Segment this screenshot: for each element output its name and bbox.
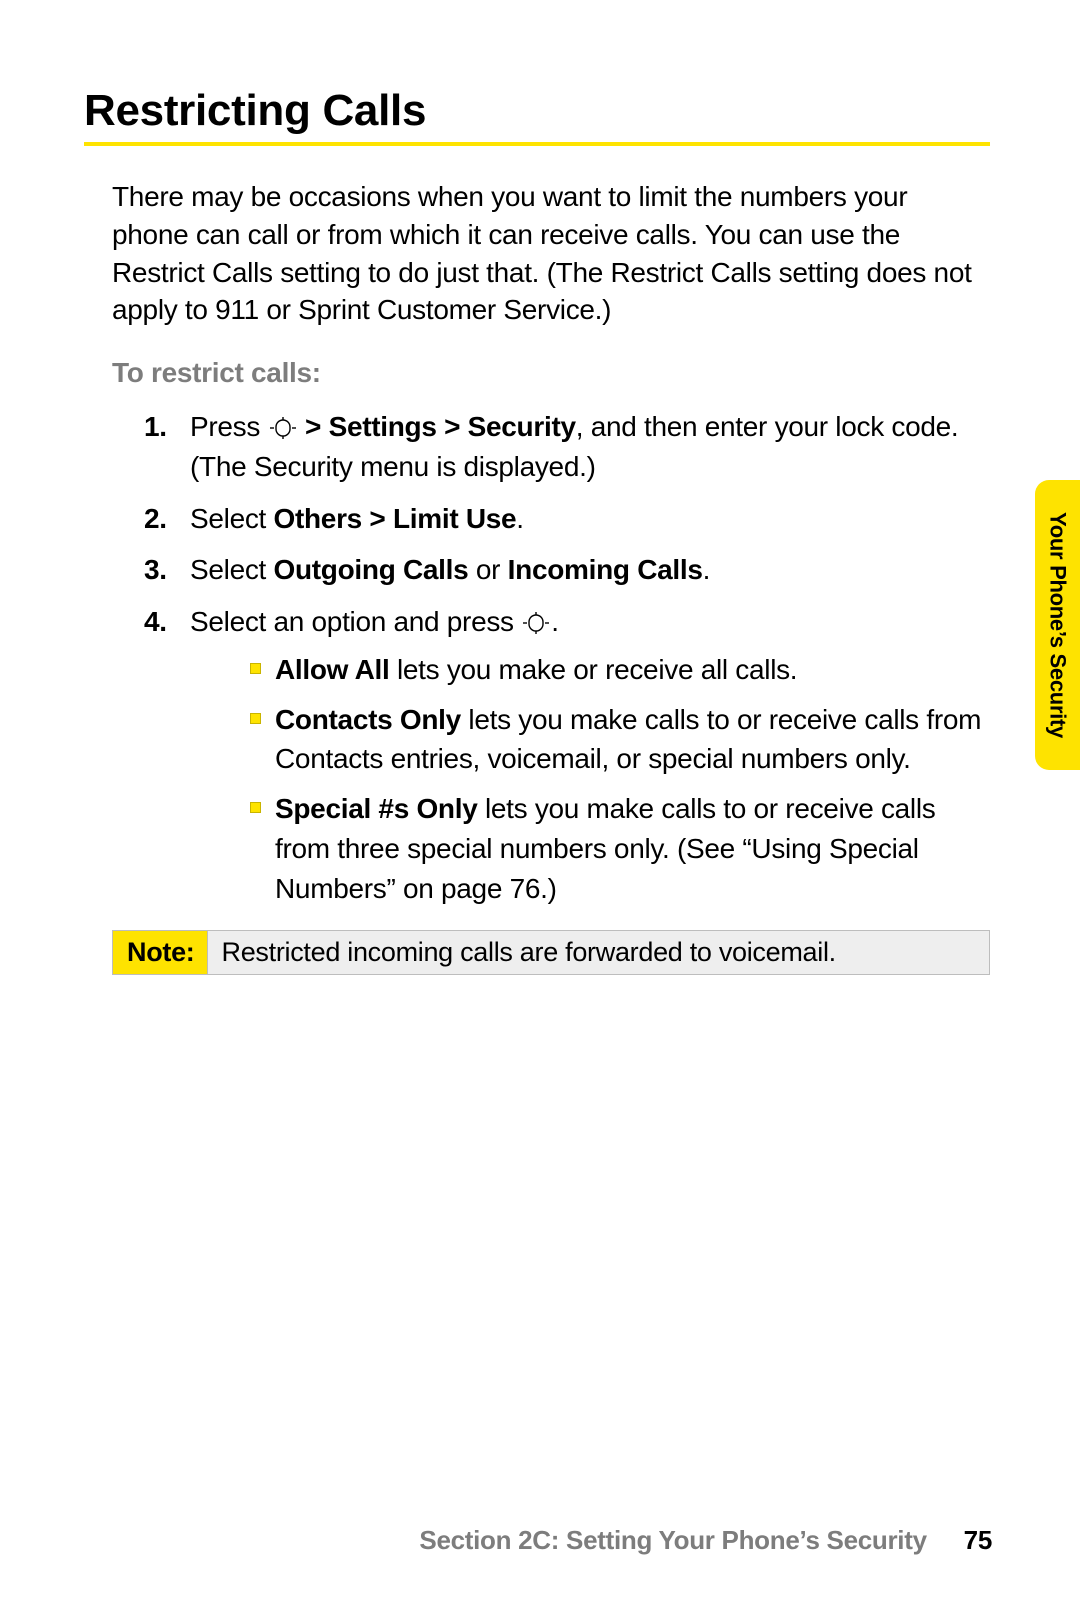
menu-path: Others > Limit Use xyxy=(274,503,517,534)
side-tab-label: Your Phone’s Security xyxy=(1045,512,1071,738)
text-fragment: lets you make or receive all calls. xyxy=(389,654,797,685)
step-1: 1. Press > Settings > Security, and then… xyxy=(144,407,990,487)
bullet-marker-icon xyxy=(250,802,261,813)
text-fragment: . xyxy=(516,503,523,534)
nav-key-icon xyxy=(270,417,296,439)
page-number: 75 xyxy=(964,1525,992,1555)
side-tab: Your Phone’s Security xyxy=(1035,480,1080,770)
menu-path: > Settings > Security xyxy=(298,411,576,442)
step-number: 3. xyxy=(144,550,190,590)
page-title: Restricting Calls xyxy=(84,86,990,146)
step-text: Select Others > Limit Use. xyxy=(190,499,990,539)
bullet-item: Allow All lets you make or receive all c… xyxy=(250,650,990,690)
text-fragment: Select an option and press xyxy=(190,606,521,637)
menu-path: Outgoing Calls xyxy=(274,554,469,585)
note-text: Restricted incoming calls are forwarded … xyxy=(208,931,990,974)
step-text: Select an option and press . Allow All l… xyxy=(190,602,990,918)
step-text: Press > Settings > Security, and then en… xyxy=(190,407,990,487)
step-number: 2. xyxy=(144,499,190,539)
text-fragment: . xyxy=(551,606,558,637)
section-label: Section 2C: Setting Your Phone’s Securit… xyxy=(419,1525,926,1555)
bullet-item: Special #s Only lets you make calls to o… xyxy=(250,789,990,908)
text-fragment: Select xyxy=(190,503,274,534)
bullet-text: Contacts Only lets you make calls to or … xyxy=(275,700,990,780)
option-name: Contacts Only xyxy=(275,704,461,735)
step-number: 4. xyxy=(144,602,190,918)
step-3: 3. Select Outgoing Calls or Incoming Cal… xyxy=(144,550,990,590)
text-fragment: Select xyxy=(190,554,274,585)
bullet-list: Allow All lets you make or receive all c… xyxy=(250,650,990,909)
text-fragment: or xyxy=(468,554,507,585)
bullet-marker-icon xyxy=(250,663,261,674)
option-name: Allow All xyxy=(275,654,389,685)
bullet-text: Allow All lets you make or receive all c… xyxy=(275,650,990,690)
menu-path: Incoming Calls xyxy=(508,554,703,585)
nav-key-icon xyxy=(523,612,549,634)
procedure-heading: To restrict calls: xyxy=(112,357,990,389)
page-footer: Section 2C: Setting Your Phone’s Securit… xyxy=(419,1525,992,1556)
bullet-item: Contacts Only lets you make calls to or … xyxy=(250,700,990,780)
step-text: Select Outgoing Calls or Incoming Calls. xyxy=(190,550,990,590)
step-number: 1. xyxy=(144,407,190,487)
option-name: Special #s Only xyxy=(275,793,478,824)
intro-paragraph: There may be occasions when you want to … xyxy=(112,178,990,329)
steps-list: 1. Press > Settings > Security, and then… xyxy=(144,407,990,918)
step-4: 4. Select an option and press . Allow Al… xyxy=(144,602,990,918)
note-label: Note: xyxy=(113,931,208,974)
text-fragment: Press xyxy=(190,411,268,442)
bullet-text: Special #s Only lets you make calls to o… xyxy=(275,789,990,908)
step-2: 2. Select Others > Limit Use. xyxy=(144,499,990,539)
bullet-marker-icon xyxy=(250,713,261,724)
note-box: Note: Restricted incoming calls are forw… xyxy=(112,930,990,975)
text-fragment: . xyxy=(703,554,710,585)
